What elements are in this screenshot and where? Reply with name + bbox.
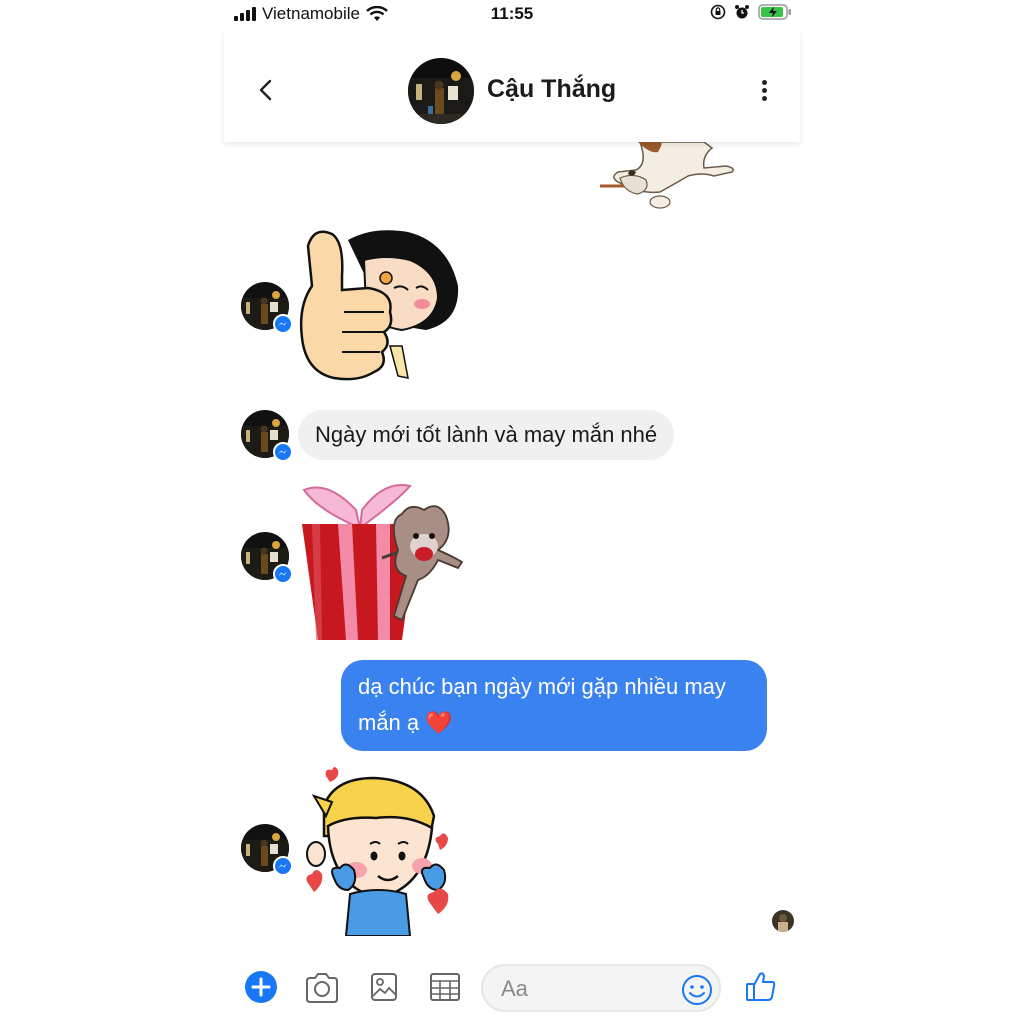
messenger-badge-icon bbox=[273, 856, 293, 876]
conversation-header: Cậu Thắng bbox=[224, 30, 800, 142]
contact-avatar-small[interactable] bbox=[241, 824, 293, 876]
gift-box-sticker[interactable] bbox=[298, 480, 468, 640]
back-arrow-icon[interactable] bbox=[252, 76, 280, 104]
messenger-badge-icon bbox=[273, 314, 293, 334]
rotation-lock-icon bbox=[710, 4, 726, 20]
battery-icon bbox=[758, 4, 791, 20]
more-vertical-icon[interactable] bbox=[758, 76, 770, 104]
message-thread[interactable]: Ngày mới tốt lành và may mắn nhé dạ chúc… bbox=[224, 142, 800, 950]
grid-icon[interactable] bbox=[429, 972, 461, 1002]
messenger-badge-icon bbox=[273, 442, 293, 462]
contact-avatar-small[interactable] bbox=[241, 282, 293, 334]
boy-hearts-sticker[interactable] bbox=[298, 766, 468, 936]
camera-icon[interactable] bbox=[304, 972, 340, 1004]
contact-avatar-small[interactable] bbox=[241, 532, 293, 584]
thumbs-up-girl-sticker[interactable] bbox=[298, 226, 468, 394]
plus-icon[interactable] bbox=[244, 970, 278, 1004]
image-icon[interactable] bbox=[370, 972, 398, 1002]
contact-avatar[interactable] bbox=[408, 58, 474, 124]
messenger-badge-icon bbox=[273, 564, 293, 584]
chat-screen: Vietnamobile 11:55 Cậu Thắng Ngày mới tố… bbox=[224, 0, 800, 1024]
emoji-icon[interactable] bbox=[681, 974, 713, 1006]
dog-sticker bbox=[600, 142, 734, 209]
incoming-message-bubble[interactable]: Ngày mới tốt lành và may mắn nhé bbox=[298, 410, 675, 460]
contact-name[interactable]: Cậu Thắng bbox=[487, 75, 616, 104]
alarm-icon bbox=[735, 5, 749, 19]
message-input[interactable] bbox=[501, 976, 681, 1002]
read-receipt-avatar bbox=[772, 910, 794, 932]
message-input-container[interactable] bbox=[481, 964, 721, 1012]
status-right bbox=[710, 4, 792, 20]
thumbs-up-icon[interactable] bbox=[745, 970, 777, 1002]
message-composer bbox=[224, 950, 800, 1024]
outgoing-message-bubble[interactable]: dạ chúc bạn ngày mới gặp nhiều may mắn ạ… bbox=[341, 660, 767, 751]
status-bar: Vietnamobile 11:55 bbox=[224, 0, 800, 30]
contact-avatar-small[interactable] bbox=[241, 410, 293, 462]
